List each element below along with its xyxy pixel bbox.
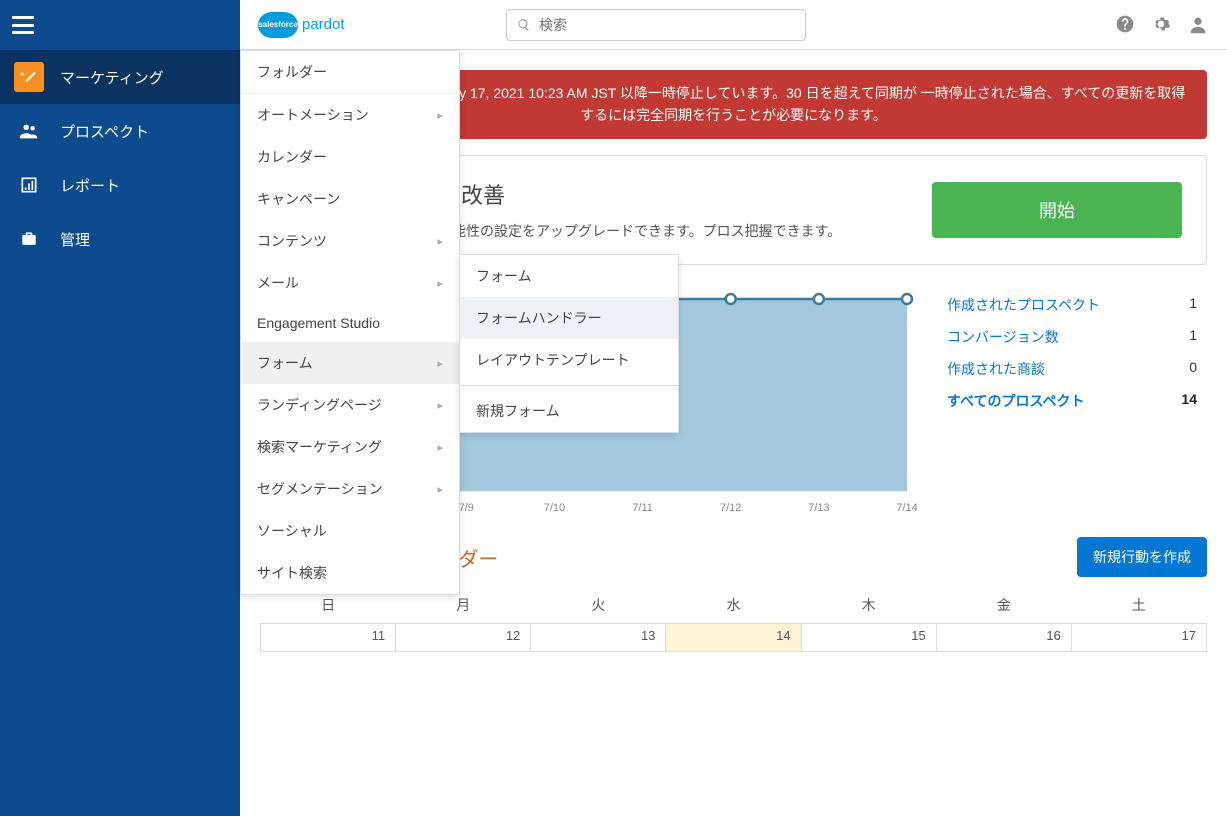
calendar-table: 日月火水木金土 11121314151617 xyxy=(260,587,1207,652)
sidebar-item-admin[interactable]: 管理 xyxy=(0,212,240,266)
forms-subflyout: フォーム フォームハンドラー レイアウトテンプレート 新規フォーム xyxy=(459,254,679,433)
cal-day-header: 水 xyxy=(666,587,801,624)
cal-day-header: 金 xyxy=(936,587,1071,624)
sidebar: マーケティング プロスペクト レポート 管理 xyxy=(0,0,240,816)
logo[interactable]: salesforce pardot xyxy=(258,12,345,38)
fly-forms[interactable]: フォーム▸ xyxy=(241,342,459,384)
cal-date-cell[interactable]: 13 xyxy=(531,624,666,652)
search-input[interactable] xyxy=(506,9,806,41)
stats-panel: 作成されたプロスペクト1 コンバージョン数1 作成された商談0 すべてのプロスペ… xyxy=(937,289,1207,417)
cal-date-cell[interactable]: 12 xyxy=(396,624,531,652)
fly-content[interactable]: コンテンツ▸ xyxy=(241,220,459,262)
cal-day-header: 木 xyxy=(801,587,936,624)
chart-icon xyxy=(14,170,44,200)
cal-day-header: 火 xyxy=(531,587,666,624)
salesforce-cloud-icon: salesforce xyxy=(258,12,298,38)
stat-link[interactable]: 作成された商談 xyxy=(947,359,1045,379)
stat-row: 作成された商談0 xyxy=(937,353,1207,385)
fly-engagement-studio[interactable]: Engagement Studio xyxy=(241,304,459,342)
sidebar-item-label: レポート xyxy=(60,175,120,196)
chevron-right-icon: ▸ xyxy=(437,357,443,370)
chevron-right-icon: ▸ xyxy=(437,483,443,496)
chevron-right-icon: ▸ xyxy=(437,109,443,122)
fly-calendar[interactable]: カレンダー xyxy=(241,136,459,178)
sidebar-item-label: マーケティング xyxy=(60,67,164,88)
fly-search-marketing[interactable]: 検索マーケティング▸ xyxy=(241,426,459,468)
sidebar-item-label: 管理 xyxy=(60,229,90,250)
fly-automation[interactable]: オートメーション▸ xyxy=(241,94,459,136)
chevron-right-icon: ▸ xyxy=(437,235,443,248)
fly-social[interactable]: ソーシャル xyxy=(241,510,459,552)
product-name: pardot xyxy=(302,16,345,33)
user-icon[interactable] xyxy=(1187,14,1209,36)
main: salesforce pardot フォルダー オートメーション▸ カレンダー … xyxy=(240,0,1227,816)
marketing-flyout: フォルダー オートメーション▸ カレンダー キャンペーン コンテンツ▸ メール▸… xyxy=(240,50,460,595)
sidebar-item-reports[interactable]: レポート xyxy=(0,158,240,212)
stat-link[interactable]: 作成されたプロスペクト xyxy=(947,295,1100,315)
stat-link[interactable]: すべてのプロスペクト xyxy=(947,391,1084,411)
chevron-right-icon: ▸ xyxy=(437,277,443,290)
topbar: salesforce pardot xyxy=(240,0,1227,50)
chevron-right-icon: ▸ xyxy=(437,399,443,412)
help-icon[interactable] xyxy=(1115,14,1135,34)
cal-date-cell[interactable]: 16 xyxy=(936,624,1071,652)
svg-text:7/9: 7/9 xyxy=(459,502,474,514)
svg-text:7/13: 7/13 xyxy=(808,502,829,514)
subfly-form-handler[interactable]: フォームハンドラー xyxy=(460,297,678,339)
cal-date-cell[interactable]: 15 xyxy=(801,624,936,652)
cal-date-cell[interactable]: 17 xyxy=(1071,624,1206,652)
subfly-layout-template[interactable]: レイアウトテンプレート xyxy=(460,339,678,381)
fly-folders[interactable]: フォルダー xyxy=(241,51,459,93)
gear-icon[interactable] xyxy=(1151,14,1171,34)
svg-text:7/10: 7/10 xyxy=(544,502,565,514)
sidebar-item-label: プロスペクト xyxy=(60,121,149,142)
fly-campaign[interactable]: キャンペーン xyxy=(241,178,459,220)
cal-day-header: 土 xyxy=(1071,587,1206,624)
fly-landing-page[interactable]: ランディングページ▸ xyxy=(241,384,459,426)
people-icon xyxy=(14,116,44,146)
stat-row-total: すべてのプロスペクト14 xyxy=(937,385,1207,417)
start-button[interactable]: 開始 xyxy=(932,182,1182,238)
chevron-right-icon: ▸ xyxy=(437,441,443,454)
new-event-button[interactable]: 新規行動を作成 xyxy=(1077,537,1207,577)
stat-row: コンバージョン数1 xyxy=(937,321,1207,353)
fly-site-search[interactable]: サイト検索 xyxy=(241,552,459,594)
svg-text:7/11: 7/11 xyxy=(632,502,653,514)
svg-text:7/12: 7/12 xyxy=(720,502,741,514)
briefcase-icon xyxy=(14,224,44,254)
fly-mail[interactable]: メール▸ xyxy=(241,262,459,304)
hamburger-icon[interactable] xyxy=(12,16,34,34)
wand-icon xyxy=(14,62,44,92)
stat-row: 作成されたプロスペクト1 xyxy=(937,289,1207,321)
fly-segmentation[interactable]: セグメンテーション▸ xyxy=(241,468,459,510)
stat-link[interactable]: コンバージョン数 xyxy=(947,327,1059,347)
subfly-forms[interactable]: フォーム xyxy=(460,255,678,297)
cal-date-cell[interactable]: 11 xyxy=(261,624,396,652)
sidebar-item-marketing[interactable]: マーケティング xyxy=(0,50,240,104)
svg-text:7/14: 7/14 xyxy=(896,502,917,514)
sidebar-item-prospects[interactable]: プロスペクト xyxy=(0,104,240,158)
subfly-new-form[interactable]: 新規フォーム xyxy=(460,390,678,432)
search-icon xyxy=(517,18,531,32)
cal-date-cell[interactable]: 14 xyxy=(666,624,801,652)
